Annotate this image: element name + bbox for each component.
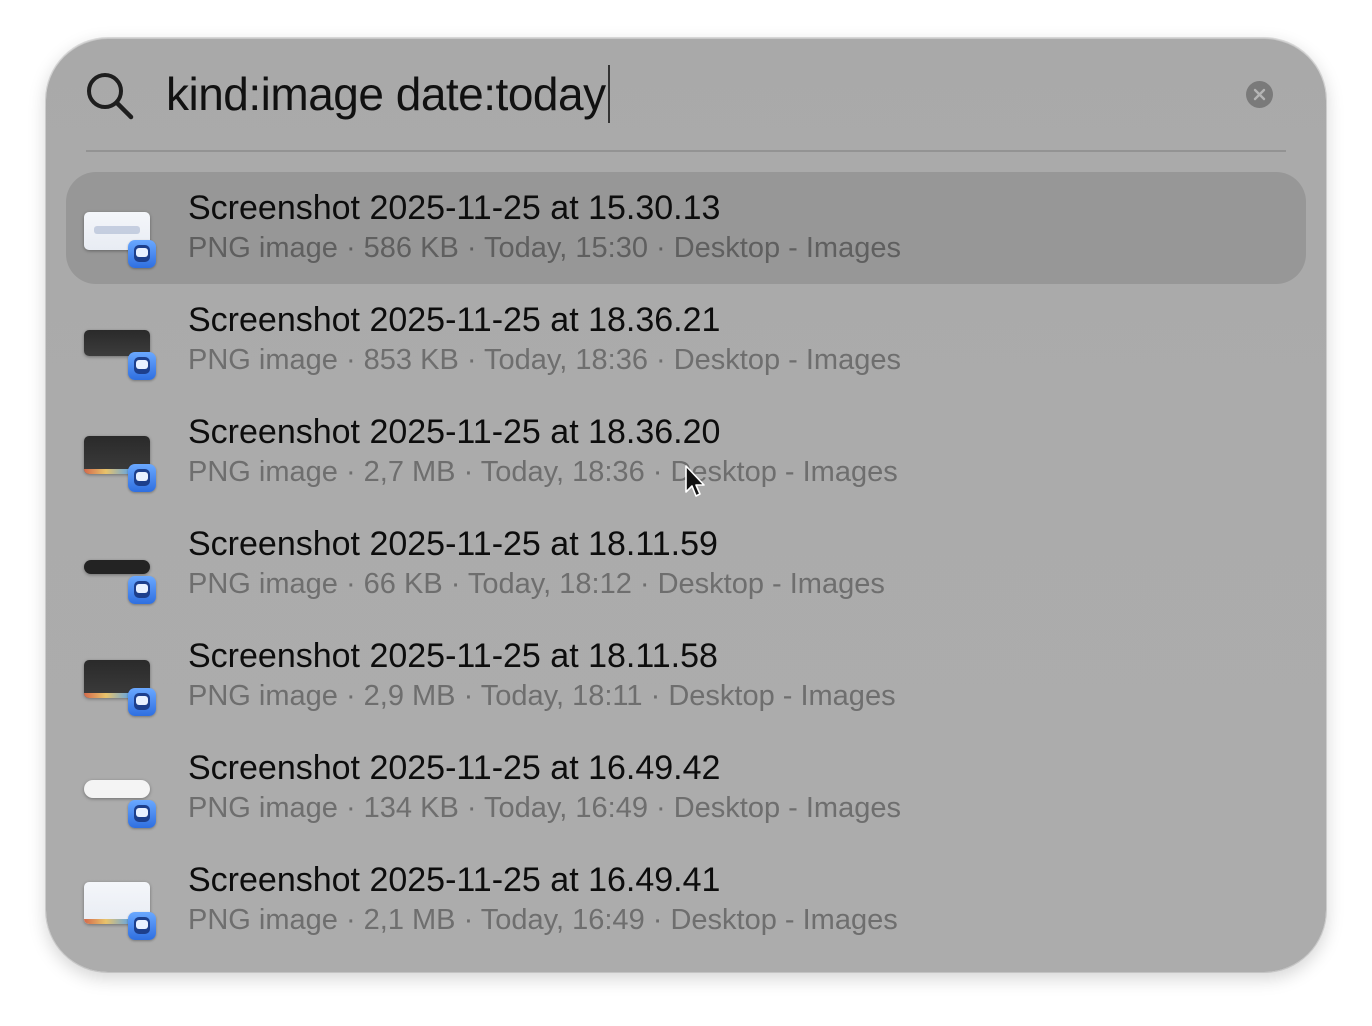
- file-thumbnail: [84, 652, 160, 716]
- file-thumbnail: [84, 540, 160, 604]
- search-icon: [84, 70, 136, 122]
- clear-search-button[interactable]: [1246, 81, 1273, 108]
- result-row[interactable]: Screenshot 2025-11-25 at 18.11.58 PNG im…: [66, 620, 1306, 732]
- thumbnail-image: [84, 560, 150, 574]
- result-subtitle: PNG image · 853 KB · Today, 18:36 · Desk…: [188, 344, 901, 376]
- xmark-icon: [1253, 88, 1266, 101]
- result-subtitle: PNG image · 2,9 MB · Today, 18:11 · Desk…: [188, 680, 896, 712]
- preview-app-icon: [128, 352, 156, 380]
- result-row[interactable]: Screenshot 2025-11-25 at 18.36.21 PNG im…: [66, 284, 1306, 396]
- result-title: Screenshot 2025-11-25 at 15.30.13: [188, 189, 721, 227]
- file-thumbnail: [84, 428, 160, 492]
- file-thumbnail: [84, 204, 160, 268]
- result-title: Screenshot 2025-11-25 at 16.49.42: [188, 749, 721, 787]
- result-title: Screenshot 2025-11-25 at 18.11.59: [188, 525, 718, 563]
- text-caret: [607, 65, 611, 123]
- file-thumbnail: [84, 764, 160, 828]
- result-row[interactable]: Screenshot 2025-11-25 at 16.49.41 PNG im…: [66, 844, 1306, 956]
- preview-app-icon: [128, 800, 156, 828]
- preview-app-icon: [128, 912, 156, 940]
- result-subtitle: PNG image · 2,7 MB · Today, 18:36 · Desk…: [188, 456, 898, 488]
- search-input[interactable]: kind:image date:today: [166, 62, 611, 126]
- file-thumbnail: [84, 316, 160, 380]
- spotlight-panel: kind:image date:today Screenshot 2025-11…: [46, 38, 1326, 972]
- results-list: Screenshot 2025-11-25 at 15.30.13 PNG im…: [66, 172, 1306, 956]
- result-row[interactable]: Screenshot 2025-11-25 at 16.49.42 PNG im…: [66, 732, 1306, 844]
- preview-app-icon: [128, 464, 156, 492]
- preview-app-icon: [128, 688, 156, 716]
- search-bar: kind:image date:today: [46, 38, 1326, 150]
- thumbnail-image: [84, 780, 150, 798]
- mouse-pointer-icon: [685, 465, 705, 497]
- result-title: Screenshot 2025-11-25 at 18.36.21: [188, 301, 721, 339]
- result-subtitle: PNG image · 586 KB · Today, 15:30 · Desk…: [188, 232, 901, 264]
- result-row[interactable]: Screenshot 2025-11-25 at 18.11.59 PNG im…: [66, 508, 1306, 620]
- file-thumbnail: [84, 876, 160, 940]
- result-subtitle: PNG image · 134 KB · Today, 16:49 · Desk…: [188, 792, 901, 824]
- preview-app-icon: [128, 576, 156, 604]
- preview-app-icon: [128, 240, 156, 268]
- search-divider: [86, 150, 1286, 152]
- result-title: Screenshot 2025-11-25 at 16.49.41: [188, 861, 721, 899]
- result-title: Screenshot 2025-11-25 at 18.36.20: [188, 413, 721, 451]
- result-row[interactable]: Screenshot 2025-11-25 at 15.30.13 PNG im…: [66, 172, 1306, 284]
- result-title: Screenshot 2025-11-25 at 18.11.58: [188, 637, 718, 675]
- result-subtitle: PNG image · 66 KB · Today, 18:12 · Deskt…: [188, 568, 885, 600]
- result-subtitle: PNG image · 2,1 MB · Today, 16:49 · Desk…: [188, 904, 898, 936]
- search-query-text: kind:image date:today: [166, 68, 606, 120]
